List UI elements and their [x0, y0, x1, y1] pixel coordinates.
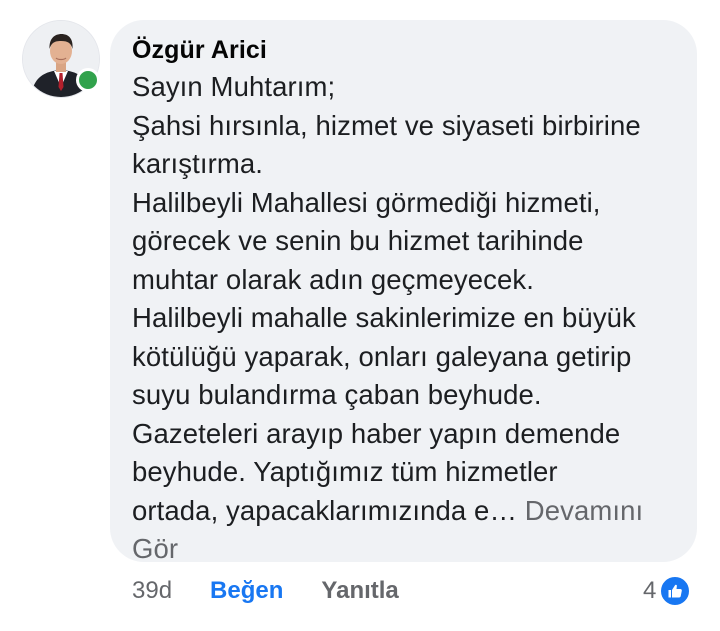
thumbs-up-icon — [659, 575, 692, 607]
comment-text: Sayın Muhtarım; Şahsi hırsınla, hizmet v… — [132, 68, 677, 569]
see-more-link-continued[interactable]: Gör — [132, 530, 677, 569]
comment-line: Sayın Muhtarım; — [132, 71, 336, 102]
comment-line: muhtar olarak adın geçmeyecek. — [132, 263, 534, 295]
truncated-text: ortada, yapacaklarımızında e… — [132, 494, 518, 526]
like-button[interactable]: Beğen — [210, 577, 283, 605]
reply-button[interactable]: Yanıtla — [321, 577, 398, 605]
comment-line: kötülüğü yaparak, onları galeyana getiri… — [132, 340, 632, 372]
comment-line: Halilbeyli mahalle sakinlerimize en büyü… — [132, 302, 636, 333]
comment-line: karıştırma. — [132, 148, 263, 179]
comment: Özgür Arici Sayın Muhtarım; Şahsi hırsın… — [0, 0, 720, 631]
comment-actions: 39d Beğen Yanıtla — [132, 574, 399, 608]
comment-line: suyu bulandırma çaban beyhude. — [132, 379, 542, 410]
see-more-link[interactable]: Devamını — [525, 495, 643, 526]
timestamp[interactable]: 39d — [132, 577, 172, 605]
comment-line-truncated: ortada, yapacaklarımızında e… Devamını — [132, 492, 677, 531]
comment-line: Şahsi hırsınla, hizmet ve siyaseti birbi… — [132, 109, 641, 141]
online-status-icon — [76, 68, 100, 92]
author-name[interactable]: Özgür Arici — [132, 34, 677, 66]
comment-line: beyhude. Yaptığımız tüm hizmetler — [132, 456, 558, 487]
reaction-count: 4 — [643, 577, 657, 604]
comment-line: Halilbeyli Mahallesi görmediği hizmeti, — [132, 186, 601, 218]
reaction-summary[interactable]: 4 — [643, 574, 692, 608]
avatar-container[interactable] — [22, 20, 100, 98]
comment-line: görecek ve senin bu hizmet tarihinde — [132, 225, 584, 256]
comment-bubble: Özgür Arici Sayın Muhtarım; Şahsi hırsın… — [110, 20, 697, 564]
comment-line: Gazeteleri arayıp haber yapın demende — [132, 417, 621, 449]
